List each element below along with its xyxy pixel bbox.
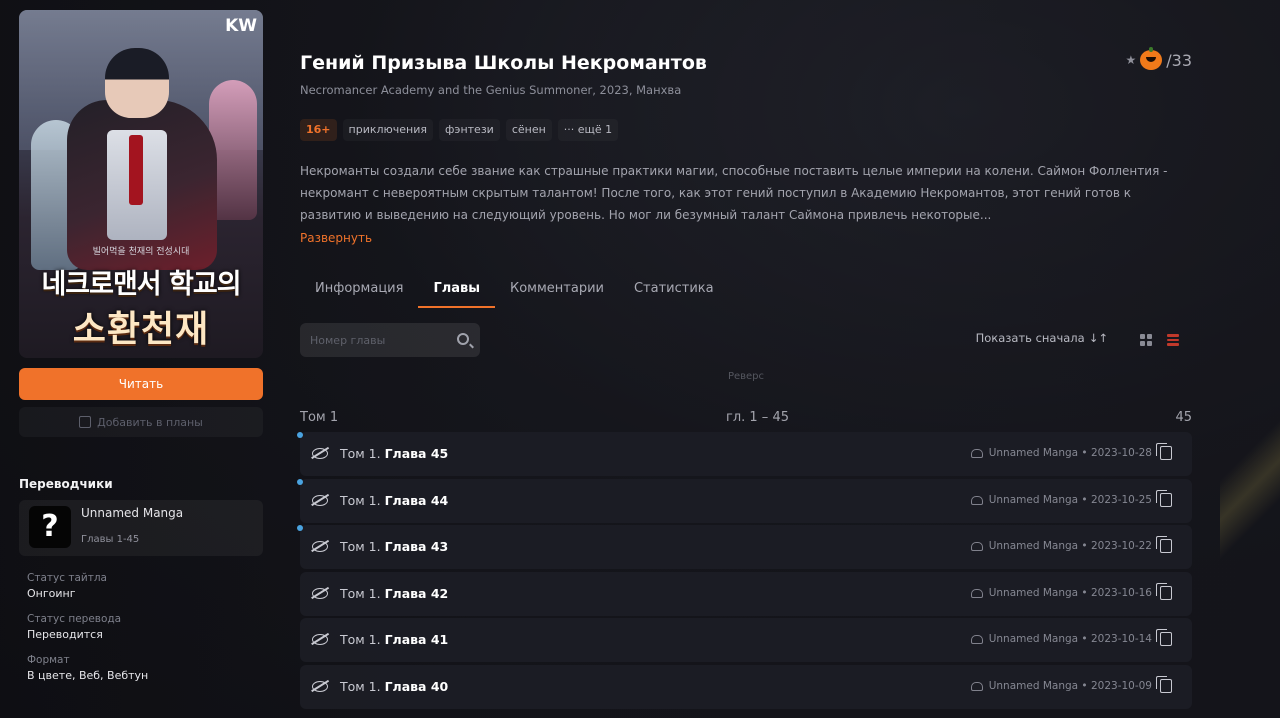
chapter-title: Том 1. Глава 45 (340, 446, 449, 461)
volume-header[interactable]: Том 1 гл. 1 – 45 45 (300, 410, 1192, 428)
copy-icon[interactable] (1156, 536, 1172, 553)
tag-adventure[interactable]: приключения (343, 119, 433, 141)
chapter-title: Том 1. Глава 40 (340, 678, 449, 694)
chapter-search-input[interactable] (310, 331, 450, 349)
tabs: Информация Главы Комментарии Статистика (300, 272, 1192, 310)
age-rating-tag: 16+ (300, 119, 337, 141)
chapter-title: Том 1. Глава 41 (340, 632, 449, 647)
chapter-title: Том 1. Глава 43 (340, 539, 449, 554)
volume-count: 45 (1175, 410, 1192, 425)
volume-range: гл. 1 – 45 (726, 410, 789, 425)
cover-image[interactable]: KW 빌어먹을 천재의 전성시대 네크로맨서 학교의 소환천재 (19, 10, 263, 358)
new-chapter-dot (297, 432, 303, 438)
pumpkin-icon (1140, 47, 1163, 70)
tag-more-button[interactable]: ··· ещё 1 (558, 119, 618, 141)
team-avatar: ? (29, 506, 71, 548)
chapter-meta: Unnamed Manga • 2023-10-14 (988, 633, 1152, 645)
star-icon: ★ (1125, 53, 1137, 67)
eye-off-icon[interactable] (312, 680, 328, 692)
title-status-label: Статус тайтла (27, 572, 107, 584)
tab-chapters[interactable]: Главы (418, 272, 495, 308)
add-to-plans-label: Добавить в планы (97, 415, 203, 429)
team-icon (971, 635, 983, 644)
genre-tags: 16+ приключения фэнтези сёнен ··· ещё 1 (300, 119, 618, 141)
eye-off-icon[interactable] (312, 587, 328, 599)
add-to-plans-button[interactable]: Добавить в планы (19, 407, 263, 437)
team-icon (971, 495, 983, 505)
chapter-meta: Unnamed Manga • 2023-10-28 (988, 447, 1152, 459)
sort-arrows-icon: ↓↑ (1088, 331, 1108, 345)
translation-status-label: Статус перевода (27, 613, 122, 625)
format-label: Формат (27, 654, 70, 666)
rating-score: /33 (1166, 50, 1192, 70)
rating[interactable]: ★ /33 (1125, 47, 1192, 70)
chapter-row[interactable]: Том 1. Глава 40 Unnamed Manga • 2023-10-… (300, 664, 1192, 709)
new-chapter-dot (297, 525, 303, 531)
manga-title-page: KW 빌어먹을 천재의 전성시대 네크로맨서 학교의 소환천재 Читать Д… (0, 0, 1280, 718)
description: Некроманты создали себе звание как страш… (300, 164, 1168, 222)
tab-statistics[interactable]: Статистика (619, 272, 729, 308)
tag-fantasy[interactable]: фэнтези (439, 119, 500, 141)
team-name: Unnamed Manga (81, 506, 184, 520)
expand-description-link[interactable]: Развернуть (300, 231, 372, 245)
eye-off-icon[interactable] (312, 448, 328, 459)
chapter-row[interactable]: Том 1. Глава 45 Unnamed Manga • 2023-10-… (297, 432, 1192, 476)
chapter-search (300, 323, 480, 357)
chapter-title: Том 1. Глава 42 (340, 585, 449, 601)
chapter-row[interactable]: Том 1. Глава 42 Unnamed Manga • 2023-10-… (300, 571, 1192, 616)
tag-shonen[interactable]: сёнен (506, 119, 552, 141)
chapter-meta: Unnamed Manga • 2023-10-25 (988, 493, 1152, 506)
tab-info[interactable]: Информация (300, 272, 418, 308)
chapter-row[interactable]: Том 1. Глава 44 Unnamed Manga • 2023-10-… (297, 478, 1192, 523)
cover-title-line2: 소환천재 (72, 309, 210, 350)
format-value: В цвете, Веб, Вебтун (27, 669, 149, 682)
cover-tie (129, 135, 143, 205)
list-view-icon[interactable] (1167, 334, 1179, 347)
team-icon (971, 542, 983, 551)
alt-title: Necromancer Academy and the Genius Summo… (300, 83, 682, 97)
chapter-meta: Unnamed Manga • 2023-10-22 (988, 540, 1152, 552)
eye-off-icon[interactable] (312, 541, 328, 552)
chapter-meta: Unnamed Manga • 2023-10-09 (988, 679, 1152, 692)
chapter-row[interactable]: Том 1. Глава 41 Unnamed Manga • 2023-10-… (300, 618, 1192, 662)
chapter-meta: Unnamed Manga • 2023-10-16 (988, 586, 1152, 599)
chapter-row[interactable]: Том 1. Глава 43 Unnamed Manga • 2023-10-… (297, 525, 1192, 569)
cover-subtitle: 빌어먹을 천재의 전성시대 (92, 247, 190, 257)
chapter-title: Том 1. Глава 44 (340, 492, 449, 508)
copy-icon[interactable] (1156, 443, 1172, 460)
sort-toggle[interactable]: Показать сначала ↓↑ (976, 331, 1108, 345)
team-icon (971, 588, 983, 598)
search-icon[interactable] (457, 333, 469, 345)
title-meta: Статус тайтла Онгоинг Статус перевода Пе… (19, 572, 263, 682)
title-status-value: Онгоинг (27, 587, 76, 600)
reverse-order-link[interactable]: Реверс (300, 371, 1192, 382)
chapter-list: Том 1. Глава 45 Unnamed Manga • 2023-10-… (297, 432, 1192, 711)
eye-off-icon[interactable] (312, 494, 328, 506)
page-title: Гений Призыва Школы Некромантов (300, 52, 707, 74)
new-chapter-dot (297, 478, 303, 485)
background-decoration (1220, 420, 1280, 560)
tab-comments[interactable]: Комментарии (495, 272, 619, 308)
left-column: KW 빌어먹을 천재의 전성시대 네크로맨서 학교의 소환천재 Читать Д… (19, 10, 263, 695)
translator-team-card[interactable]: ? Unnamed Manga Главы 1-45 (19, 500, 263, 556)
copy-icon[interactable] (1156, 489, 1172, 507)
read-button[interactable]: Читать (19, 368, 263, 400)
volume-name: Том 1 (300, 410, 339, 425)
grid-view-icon[interactable] (1140, 334, 1152, 346)
translators-heading: Переводчики (19, 477, 113, 491)
copy-icon[interactable] (1156, 629, 1172, 646)
copy-icon[interactable] (1156, 675, 1172, 693)
bookmark-icon (79, 416, 92, 428)
cover-title-line1: 네크로맨서 학교의 (41, 269, 241, 300)
translation-status-value: Переводится (27, 628, 103, 641)
eye-off-icon[interactable] (312, 634, 328, 645)
copy-icon[interactable] (1156, 582, 1172, 600)
team-icon (971, 449, 983, 458)
team-chapters: Главы 1-45 (81, 534, 140, 545)
team-icon (971, 681, 983, 691)
main-content: Гений Призыва Школы Некромантов Necroman… (297, 0, 1192, 718)
cover-head (105, 48, 169, 118)
cover-badge: KW (225, 16, 257, 36)
sort-label: Показать сначала (975, 331, 1085, 345)
